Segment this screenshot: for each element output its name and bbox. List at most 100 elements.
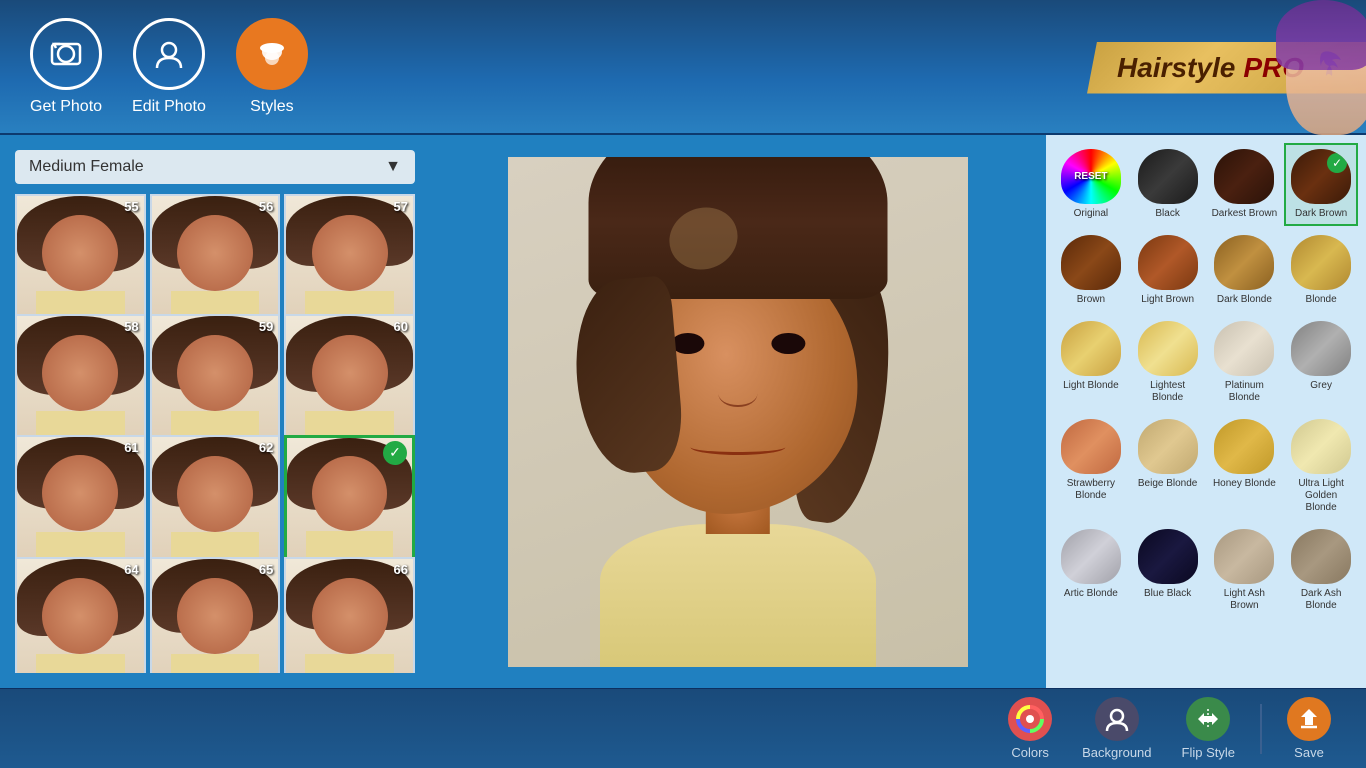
color-swatch-blonde (1291, 235, 1351, 290)
save-button[interactable]: Save (1272, 689, 1346, 768)
color-label-dark-ash: Dark Ash Blonde (1288, 588, 1354, 612)
style-num-61: 61 (124, 440, 138, 455)
header: Get Photo Edit Photo Styles Hairstyle PR… (0, 0, 1366, 135)
color-swatch-dark-brown: ✓ (1291, 149, 1351, 204)
get-photo-label: Get Photo (30, 98, 102, 116)
style-item-65[interactable]: 65 (150, 557, 281, 673)
color-item-black[interactable]: Black (1131, 143, 1205, 226)
flip-style-button[interactable]: Flip Style (1167, 689, 1250, 768)
background-button[interactable]: Background (1067, 689, 1166, 768)
style-num-55: 55 (124, 199, 138, 214)
color-grid: RESET Original Black Darkest Brown ✓ Dar… (1054, 143, 1358, 618)
style-item-62[interactable]: 62 (150, 435, 281, 566)
photo-frame (508, 157, 968, 667)
color-swatch-darkest-brown (1214, 149, 1274, 204)
color-panel: RESET Original Black Darkest Brown ✓ Dar… (1046, 135, 1366, 688)
logo-area: Hairstyle PRO (1066, 0, 1366, 135)
color-item-blue-black[interactable]: Blue Black (1131, 523, 1205, 618)
main-area: Medium Female ▼ 55 56 57 58 59 (0, 135, 1366, 688)
edit-photo-label: Edit Photo (132, 98, 206, 116)
color-swatch-light-ash (1214, 529, 1274, 584)
color-label-strawberry: Strawberry Blonde (1058, 478, 1124, 502)
background-label: Background (1082, 745, 1151, 760)
color-label-darkest-brown: Darkest Brown (1212, 208, 1278, 220)
style-item-57[interactable]: 57 (284, 194, 415, 325)
color-label-light-ash: Light Ash Brown (1212, 588, 1278, 612)
color-swatch-platinum (1214, 321, 1274, 376)
nav-edit-photo[interactable]: Edit Photo (132, 18, 206, 116)
color-item-brown[interactable]: Brown (1054, 229, 1128, 312)
style-num-66: 66 (394, 562, 408, 577)
color-item-original[interactable]: RESET Original (1054, 143, 1128, 226)
color-item-light-ash[interactable]: Light Ash Brown (1208, 523, 1282, 618)
style-item-66[interactable]: 66 (284, 557, 415, 673)
styles-panel: Medium Female ▼ 55 56 57 58 59 (0, 135, 430, 688)
style-num-59: 59 (259, 319, 273, 334)
reset-swatch: RESET (1061, 149, 1121, 204)
color-label-dark-blonde: Dark Blonde (1217, 294, 1272, 306)
style-item-63[interactable]: ✓ (284, 435, 415, 566)
style-item-64[interactable]: 64 (15, 557, 146, 673)
color-swatch-dark-blonde (1214, 235, 1274, 290)
dropdown-arrow: ▼ (385, 158, 401, 176)
color-label-dark-brown: Dark Brown (1295, 208, 1347, 220)
color-swatch-beige (1138, 419, 1198, 474)
color-swatch-lightest-blonde (1138, 321, 1198, 376)
nav-styles[interactable]: Styles (236, 18, 308, 116)
color-item-lightest-blonde[interactable]: Lightest Blonde (1131, 315, 1205, 410)
logo-illustration (1246, 0, 1366, 135)
app-title: Hairstyle (1117, 52, 1235, 84)
color-item-beige[interactable]: Beige Blonde (1131, 413, 1205, 520)
color-item-ultra-light[interactable]: Ultra Light Golden Blonde (1284, 413, 1358, 520)
style-category-dropdown[interactable]: Medium Female ▼ (15, 150, 415, 184)
color-item-platinum[interactable]: Platinum Blonde (1208, 315, 1282, 410)
style-num-65: 65 (259, 562, 273, 577)
color-swatch-light-blonde (1061, 321, 1121, 376)
color-label-platinum: Platinum Blonde (1212, 380, 1278, 404)
style-item-55[interactable]: 55 (15, 194, 146, 325)
color-item-dark-ash[interactable]: Dark Ash Blonde (1284, 523, 1358, 618)
style-num-62: 62 (259, 440, 273, 455)
save-icon (1287, 697, 1331, 741)
style-item-56[interactable]: 56 (150, 194, 281, 325)
color-label-lightest-blonde: Lightest Blonde (1135, 380, 1201, 404)
color-label-original: Original (1074, 208, 1108, 220)
photo-simulation (508, 157, 968, 667)
color-swatch-strawberry (1061, 419, 1121, 474)
color-label-ultra-light: Ultra Light Golden Blonde (1288, 478, 1354, 514)
get-photo-icon (30, 18, 102, 90)
style-num-56: 56 (259, 199, 273, 214)
color-item-blonde[interactable]: Blonde (1284, 229, 1358, 312)
color-label-light-blonde: Light Blonde (1063, 380, 1119, 392)
color-item-light-brown[interactable]: Light Brown (1131, 229, 1205, 312)
style-item-59[interactable]: 59 (150, 314, 281, 445)
style-item-61[interactable]: 61 (15, 435, 146, 566)
selected-check-63: ✓ (383, 441, 407, 465)
style-item-60[interactable]: 60 (284, 314, 415, 445)
style-num-64: 64 (124, 562, 138, 577)
color-item-grey[interactable]: Grey (1284, 315, 1358, 410)
flip-icon (1186, 697, 1230, 741)
photo-preview-panel (430, 135, 1046, 688)
color-item-strawberry[interactable]: Strawberry Blonde (1054, 413, 1128, 520)
color-item-dark-brown[interactable]: ✓ Dark Brown (1284, 143, 1358, 226)
flip-label: Flip Style (1182, 745, 1235, 760)
color-item-darkest-brown[interactable]: Darkest Brown (1208, 143, 1282, 226)
color-item-artic[interactable]: Artic Blonde (1054, 523, 1128, 618)
toolbar: Colors Background Flip Style Save (0, 688, 1366, 768)
color-item-dark-blonde[interactable]: Dark Blonde (1208, 229, 1282, 312)
nav-get-photo[interactable]: Get Photo (30, 18, 102, 116)
color-selected-check: ✓ (1327, 153, 1347, 173)
color-label-light-brown: Light Brown (1141, 294, 1194, 306)
save-label: Save (1294, 745, 1324, 760)
color-item-honey[interactable]: Honey Blonde (1208, 413, 1282, 520)
style-num-57: 57 (394, 199, 408, 214)
colors-button[interactable]: Colors (993, 689, 1067, 768)
style-item-58[interactable]: 58 (15, 314, 146, 445)
color-swatch-ultra-light (1291, 419, 1351, 474)
color-item-light-blonde[interactable]: Light Blonde (1054, 315, 1128, 410)
background-icon (1095, 697, 1139, 741)
color-swatch-light-brown (1138, 235, 1198, 290)
color-label-blue-black: Blue Black (1144, 588, 1191, 600)
color-swatch-artic (1061, 529, 1121, 584)
